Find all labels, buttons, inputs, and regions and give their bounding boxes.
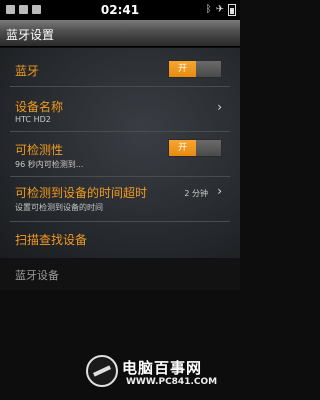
discoverable-row[interactable]: 可检测性 96 秒内可检测到... 开 <box>0 133 240 173</box>
discoverable-sub: 96 秒内可检测到... <box>15 160 84 169</box>
bluetooth-icon: ᛒ <box>205 4 212 15</box>
discoverable-toggle-on: 开 <box>169 140 196 156</box>
timeout-row[interactable]: 可检测到设备的时间超时 设置可检测到设备的时间 2 分钟 › <box>0 178 240 218</box>
status-time: 02:41 <box>100 3 140 17</box>
watermark-url: WWW.PC841.COM <box>126 377 218 387</box>
device-name-row[interactable]: 设备名称 HTC HD2 › <box>0 88 240 128</box>
timeout-label: 可检测到设备的时间超时 <box>15 186 148 200</box>
watermark-logo-icon <box>86 355 118 387</box>
divider <box>10 86 230 87</box>
divider <box>10 221 230 222</box>
device-name-value: HTC HD2 <box>15 115 51 124</box>
battery-icon <box>228 4 236 16</box>
section-label: 蓝牙设备 <box>15 269 59 282</box>
status-right-icons: ᛒ ✈ <box>206 4 236 16</box>
bluetooth-row[interactable]: 蓝牙 开 <box>0 54 240 84</box>
timeout-sub: 设置可检测到设备的时间 <box>15 203 103 212</box>
scan-label: 扫描查找设备 <box>15 233 88 247</box>
status-bar: 02:41 ᛒ ✈ <box>0 0 240 20</box>
timeout-value: 2 分钟 <box>184 189 208 198</box>
divider <box>10 176 230 177</box>
watermark: 电脑百事网 WWW.PC841.COM <box>86 355 236 395</box>
divider <box>10 131 230 132</box>
scan-row[interactable]: 扫描查找设备 <box>0 223 240 255</box>
section-header: 蓝牙设备 <box>0 258 240 290</box>
watermark-brand: 电脑百事网 <box>122 359 203 377</box>
page-title: 蓝牙设置 <box>6 28 55 42</box>
bluetooth-toggle-off <box>196 61 221 77</box>
discoverable-label: 可检测性 <box>15 143 64 157</box>
settings-panel: 蓝牙 开 设备名称 HTC HD2 › 可检测性 96 秒内可检测到... 开 … <box>0 48 240 258</box>
discoverable-toggle-off <box>196 140 221 156</box>
chevron-right-icon: › <box>217 184 222 198</box>
airplane-icon: ✈ <box>215 4 224 15</box>
device-name-label: 设备名称 <box>15 100 64 114</box>
bluetooth-label: 蓝牙 <box>15 64 40 78</box>
chevron-right-icon: › <box>217 100 222 114</box>
bluetooth-toggle-on: 开 <box>169 61 196 77</box>
title-bar: 蓝牙设置 <box>0 20 240 47</box>
discoverable-toggle[interactable]: 开 <box>168 139 222 157</box>
bluetooth-toggle[interactable]: 开 <box>168 60 222 78</box>
